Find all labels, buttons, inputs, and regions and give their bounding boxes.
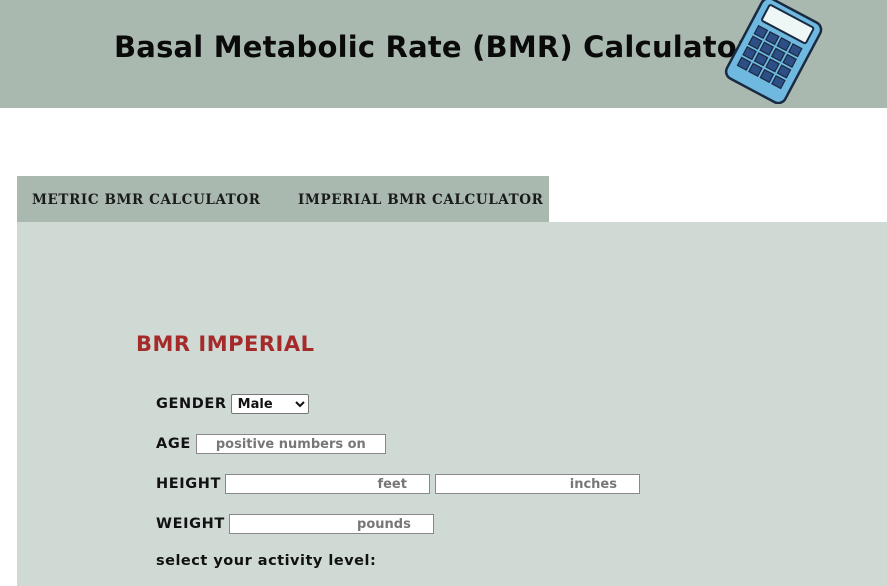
activity-row: select your activity level:: [156, 553, 376, 569]
calculator-icon: [724, 0, 823, 104]
tab-imperial[interactable]: IMPERIAL BMR CALCULATOR: [298, 192, 543, 208]
calculator-tabs: METRIC BMR CALCULATOR IMPERIAL BMR CALCU…: [17, 176, 549, 222]
age-row: AGE: [156, 434, 386, 454]
activity-level-label: select your activity level:: [156, 553, 377, 569]
gender-label: GENDER: [156, 396, 227, 412]
age-input[interactable]: [195, 434, 386, 454]
height-row: HEIGHT: [156, 474, 640, 494]
weight-pounds-input[interactable]: [228, 514, 434, 534]
height-label: HEIGHT: [156, 476, 221, 492]
section-title: BMR IMPERIAL: [136, 332, 315, 356]
page-title: Basal Metabolic Rate (BMR) Calculator: [114, 30, 752, 64]
gender-select[interactable]: Male: [230, 394, 309, 414]
tab-metric[interactable]: METRIC BMR CALCULATOR: [32, 192, 261, 208]
imperial-panel: BMR IMPERIAL GENDER Male AGE HEIGHT WEIG…: [17, 222, 887, 586]
site-header: Basal Metabolic Rate (BMR) Calculator: [0, 0, 887, 108]
gender-row: GENDER Male: [156, 394, 309, 414]
weight-label: WEIGHT: [156, 516, 225, 532]
height-inches-input[interactable]: [434, 474, 640, 494]
weight-row: WEIGHT: [156, 514, 434, 534]
age-label: AGE: [156, 436, 191, 452]
height-feet-input[interactable]: [224, 474, 430, 494]
